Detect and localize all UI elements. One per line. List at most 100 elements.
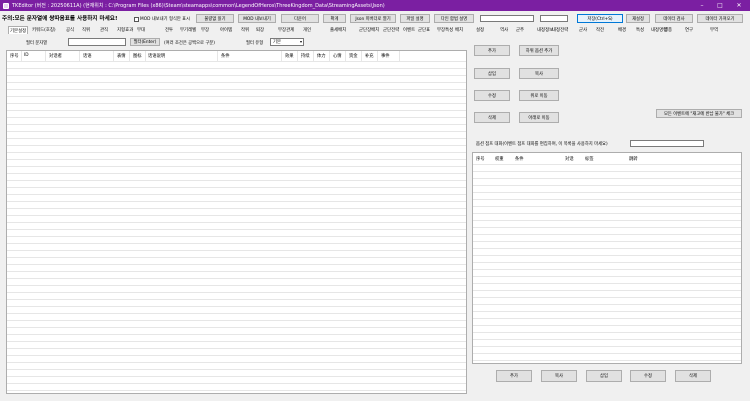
- chevron-down-icon: ▾: [299, 39, 302, 44]
- column-header[interactable]: 话语: [83, 53, 92, 59]
- grid-row-line: [473, 325, 741, 326]
- tab-0[interactable]: 기본설정: [8, 26, 29, 34]
- data-check-button[interactable]: 데이터 검사: [655, 14, 693, 23]
- tab-13[interactable]: 무장관계: [278, 26, 294, 34]
- maximize-button[interactable]: □: [712, 0, 728, 11]
- tab-2[interactable]: 공식: [66, 26, 74, 34]
- column-header[interactable]: 对话者: [49, 53, 62, 59]
- tab-23[interactable]: 역사: [500, 26, 508, 34]
- checkbox-icon[interactable]: [134, 16, 139, 22]
- bottom-insert-button[interactable]: 삽입: [586, 370, 622, 382]
- tab-34[interactable]: 무역: [710, 26, 718, 34]
- option-column-header[interactable]: 条件: [515, 156, 524, 162]
- tab-22[interactable]: 설정: [476, 26, 484, 34]
- tab-33[interactable]: 연구: [685, 26, 693, 34]
- filter-apply-button[interactable]: 필터(Enter): [130, 38, 160, 46]
- bottom-add-button[interactable]: 추가: [496, 370, 532, 382]
- option-column-header[interactable]: 序号: [476, 156, 485, 162]
- tab-24[interactable]: 군주: [516, 26, 524, 34]
- tab-25[interactable]: 내정정보: [537, 26, 553, 34]
- insert-button[interactable]: 삽입: [474, 68, 510, 79]
- apply-button[interactable]: 확게: [323, 14, 346, 23]
- column-header[interactable]: 序号: [10, 53, 19, 59]
- column-header[interactable]: 资金: [349, 53, 358, 59]
- filter-input[interactable]: [68, 38, 126, 46]
- bottom-edit-button[interactable]: 수정: [630, 370, 666, 382]
- add-sub-option-button[interactable]: 하위 옵션 추가: [519, 45, 559, 56]
- tab-10[interactable]: 아이템: [220, 26, 232, 34]
- move-up-button[interactable]: 위로 이동: [519, 90, 559, 101]
- tab-18[interactable]: 이벤트: [403, 26, 415, 34]
- column-header[interactable]: 表情: [117, 53, 126, 59]
- tab-12[interactable]: 퇴장: [256, 26, 264, 34]
- tab-17[interactable]: 군단전략: [383, 26, 399, 34]
- tab-28[interactable]: 작전: [596, 26, 604, 34]
- grid-row-line: [7, 103, 466, 104]
- language-settings-button[interactable]: 다인 합법 설명: [434, 14, 474, 23]
- tab-7[interactable]: 전투: [165, 26, 173, 34]
- tab-19[interactable]: 군단표: [418, 26, 430, 34]
- load-file-button[interactable]: 불량없 읽기: [196, 14, 234, 23]
- column-header[interactable]: 体力: [317, 53, 326, 59]
- option-column-header[interactable]: 对话: [565, 156, 574, 162]
- column-header[interactable]: 补充: [365, 53, 374, 59]
- toolbar-input-b[interactable]: [540, 15, 568, 22]
- delete-button[interactable]: 삭제: [474, 112, 510, 123]
- tab-20[interactable]: 무장특성: [437, 26, 453, 34]
- close-button[interactable]: ✕: [731, 0, 747, 11]
- event-table[interactable]: 序号 ID 对话者 话语 表情 图标 话语说明 条件 效果 持续 体力 心情 资金 补充 事件: [6, 50, 467, 394]
- option-column-header[interactable]: 权重: [495, 156, 504, 162]
- reread-button[interactable]: 재설정: [626, 14, 650, 23]
- file-settings-button[interactable]: 파일 설명: [400, 14, 430, 23]
- option-table[interactable]: 序号 权重 条件 对话 标签 跳转: [472, 152, 742, 364]
- column-header[interactable]: ID: [24, 53, 29, 58]
- add-button[interactable]: 추가: [474, 45, 510, 56]
- bottom-copy-button[interactable]: 복사: [541, 370, 577, 382]
- column-header[interactable]: 话语说明: [148, 53, 165, 59]
- column-header[interactable]: 效果: [285, 53, 294, 59]
- filter-type-select[interactable]: 기본 ▾: [270, 38, 304, 46]
- tab-27[interactable]: 군사: [579, 26, 587, 34]
- tab-9[interactable]: 무장: [201, 26, 209, 34]
- tab-14[interactable]: 개인: [303, 26, 311, 34]
- column-header[interactable]: 条件: [221, 53, 230, 59]
- copy-button[interactable]: 복사: [519, 68, 559, 79]
- edit-button[interactable]: 수정: [474, 90, 510, 101]
- disable-return-option-button[interactable]: 모든 이벤트에 "재고에 반납 불가" 체크: [656, 109, 742, 118]
- column-header[interactable]: 持续: [301, 53, 310, 59]
- tab-30[interactable]: 특성: [636, 26, 644, 34]
- bottom-delete-button[interactable]: 삭제: [675, 370, 711, 382]
- minimize-button[interactable]: –: [694, 0, 710, 11]
- option-column-header[interactable]: 跳转: [629, 156, 638, 162]
- tab-29[interactable]: 배경: [618, 26, 626, 34]
- tab-8[interactable]: 무기레벨: [180, 26, 196, 34]
- mod-export-only-checkbox[interactable]: MOD 내보내기 형식만 표시: [134, 16, 190, 22]
- tab-5[interactable]: 지형효과: [117, 26, 133, 34]
- tab-32[interactable]: 병종: [664, 26, 672, 34]
- mod-export-button[interactable]: MOD 내보내기: [238, 14, 276, 23]
- save-button[interactable]: 저장(Ctrl+S): [577, 14, 623, 23]
- tab-4[interactable]: 관직: [100, 26, 108, 34]
- grid-col-line: [329, 51, 330, 61]
- option-column-header[interactable]: 标签: [585, 156, 594, 162]
- tab-3[interactable]: 직위: [82, 26, 90, 34]
- column-header[interactable]: 心情: [333, 53, 342, 59]
- json-folder-button[interactable]: Json 미버더로 열기: [350, 14, 396, 23]
- grid-col-line: [345, 51, 346, 61]
- column-header[interactable]: 事件: [381, 53, 390, 59]
- tab-15[interactable]: 출세배치: [330, 26, 346, 34]
- column-header[interactable]: 图标: [133, 53, 142, 59]
- options-input[interactable]: [630, 140, 704, 147]
- tab-16[interactable]: 군단장배치: [359, 26, 379, 34]
- move-down-button[interactable]: 아래로 이동: [519, 112, 559, 123]
- tab-26[interactable]: 내정전략: [552, 26, 568, 34]
- read-button[interactable]: 다운어: [281, 14, 319, 23]
- data-import-button[interactable]: 데이터 가져오기: [697, 14, 743, 23]
- tab-1[interactable]: 키워드(호칭): [32, 26, 56, 34]
- grid-col-line: [313, 51, 314, 61]
- tab-21[interactable]: 배치: [455, 26, 463, 34]
- toolbar-input-a[interactable]: [480, 15, 534, 22]
- tab-11[interactable]: 작위: [241, 26, 249, 34]
- tab-6[interactable]: 무대: [137, 26, 145, 34]
- grid-row-line: [473, 360, 741, 361]
